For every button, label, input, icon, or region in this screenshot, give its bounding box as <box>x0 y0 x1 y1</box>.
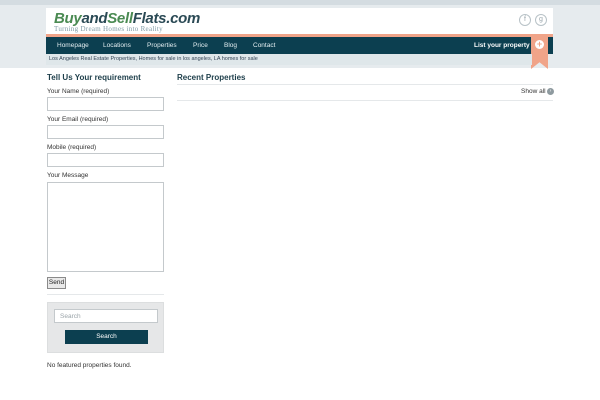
recent-list-divider <box>177 100 553 101</box>
search-button[interactable]: Search <box>65 330 148 344</box>
search-widget: Search <box>47 302 164 353</box>
message-field[interactable] <box>47 182 164 272</box>
site-tagline: Turning Dream Homes into Reality <box>54 25 163 33</box>
email-field-label: Your Email (required) <box>47 116 109 123</box>
plus-icon: + <box>535 39 544 49</box>
no-featured-message: No featured properties found. <box>47 362 132 369</box>
email-field[interactable] <box>47 125 164 139</box>
message-field-label: Your Message <box>47 172 89 179</box>
nav-item-locations[interactable]: Locations <box>103 37 131 54</box>
nav-item-price[interactable]: Price <box>193 37 208 54</box>
recent-title-divider <box>177 84 553 85</box>
name-field-label: Your Name (required) <box>47 88 110 95</box>
top-strip <box>0 0 600 5</box>
requirement-form-title: Tell Us Your requirement <box>47 73 141 82</box>
sidebar-divider <box>47 294 164 295</box>
show-all-link[interactable]: Show all <box>521 88 546 95</box>
recent-properties-title: Recent Properties <box>177 73 246 82</box>
breadcrumb-bar: Los Angeles Real Estate Properties, Home… <box>46 54 532 65</box>
mobile-field-label: Mobile (required) <box>47 144 97 151</box>
main-nav: Homepage Locations Properties Price Blog… <box>46 37 553 54</box>
search-input[interactable] <box>54 309 158 323</box>
send-button[interactable]: Send <box>47 277 66 289</box>
nav-item-properties[interactable]: Properties <box>147 37 177 54</box>
facebook-icon[interactable]: f <box>519 14 531 26</box>
arrow-right-icon[interactable]: › <box>547 88 554 95</box>
nav-item-contact[interactable]: Contact <box>253 37 275 54</box>
site-header: BuyandSellFlats.com Turning Dream Homes … <box>46 8 553 34</box>
mobile-field[interactable] <box>47 153 164 167</box>
name-field[interactable] <box>47 97 164 111</box>
nav-item-blog[interactable]: Blog <box>224 37 237 54</box>
googleplus-icon[interactable]: g <box>535 14 547 26</box>
list-property-link[interactable]: List your property <box>474 37 530 54</box>
nav-item-homepage[interactable]: Homepage <box>57 37 89 54</box>
breadcrumb: Los Angeles Real Estate Properties, Home… <box>49 56 258 62</box>
